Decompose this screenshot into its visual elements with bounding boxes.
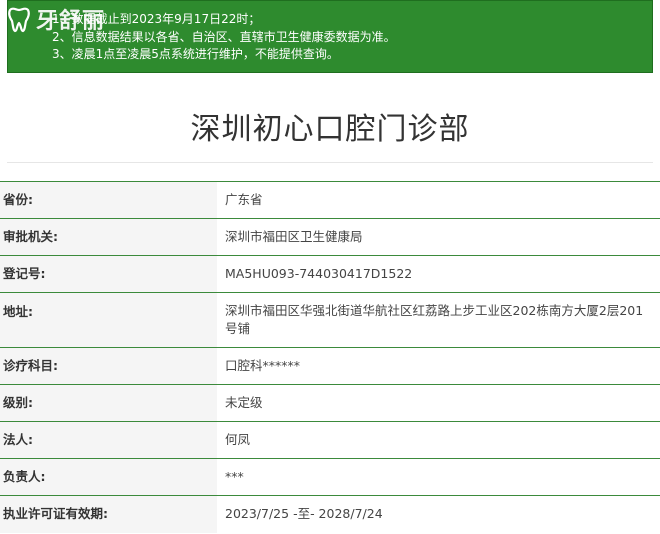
row-value: ***: [217, 458, 660, 496]
row-value: 何凤: [217, 421, 660, 459]
row-label: 省份:: [0, 181, 217, 219]
table-row-level: 级别: 未定级: [0, 384, 660, 422]
logo-text: 牙舒丽: [36, 8, 106, 34]
row-value: MA5HU093-744030417D1522: [217, 255, 660, 293]
page-header: 深圳初心口腔门诊部: [7, 90, 653, 163]
site-logo[interactable]: 牙舒丽: [4, 3, 105, 35]
table-row-reg-no: 登记号: MA5HU093-744030417D1522: [0, 255, 660, 293]
row-label: 法人:: [0, 421, 217, 459]
row-value: 口腔科******: [217, 347, 660, 385]
row-label: 级别:: [0, 384, 217, 422]
table-row-address: 地址: 深圳市福田区华强北街道华航社区红荔路上步工业区202栋南方大厦2层201…: [0, 292, 660, 348]
row-label: 地址:: [0, 292, 217, 348]
row-label: 诊疗科目:: [0, 347, 217, 385]
notice-line-2: 2、信息数据结果以各省、自治区、直辖市卫生健康委数据为准。: [52, 29, 396, 44]
clinic-info-table: 省份: 广东省 审批机关: 深圳市福田区卫生健康局 登记号: MA5HU093-…: [0, 181, 660, 533]
table-row-legal: 法人: 何凤: [0, 421, 660, 459]
page-title: 深圳初心口腔门诊部: [190, 112, 470, 147]
table-row-validity: 执业许可证有效期: 2023/7/25 -至- 2028/7/24: [0, 495, 660, 533]
row-label: 登记号:: [0, 255, 217, 293]
table-row-principal: 负责人: ***: [0, 458, 660, 496]
row-value: 深圳市福田区华强北街道华航社区红荔路上步工业区202栋南方大厦2层201号铺: [217, 292, 660, 348]
row-label: 执业许可证有效期:: [0, 495, 217, 533]
row-value: 深圳市福田区卫生健康局: [217, 218, 660, 256]
table-row-province: 省份: 广东省: [0, 181, 660, 219]
table-row-authority: 审批机关: 深圳市福田区卫生健康局: [0, 218, 660, 256]
row-value: 未定级: [217, 384, 660, 422]
table-row-dept: 诊疗科目: 口腔科******: [0, 347, 660, 385]
row-label: 审批机关:: [0, 218, 217, 256]
notice-line-1: 1、数据截止到2023年9月17日22时；: [52, 12, 261, 26]
notice-line-3: 3、凌晨1点至凌晨5点系统进行维护，不能提供查询。: [52, 47, 339, 61]
tooth-icon: [4, 4, 34, 34]
row-label: 负责人:: [0, 458, 217, 496]
row-value: 广东省: [217, 181, 660, 219]
row-value: 2023/7/25 -至- 2028/7/24: [217, 495, 660, 533]
